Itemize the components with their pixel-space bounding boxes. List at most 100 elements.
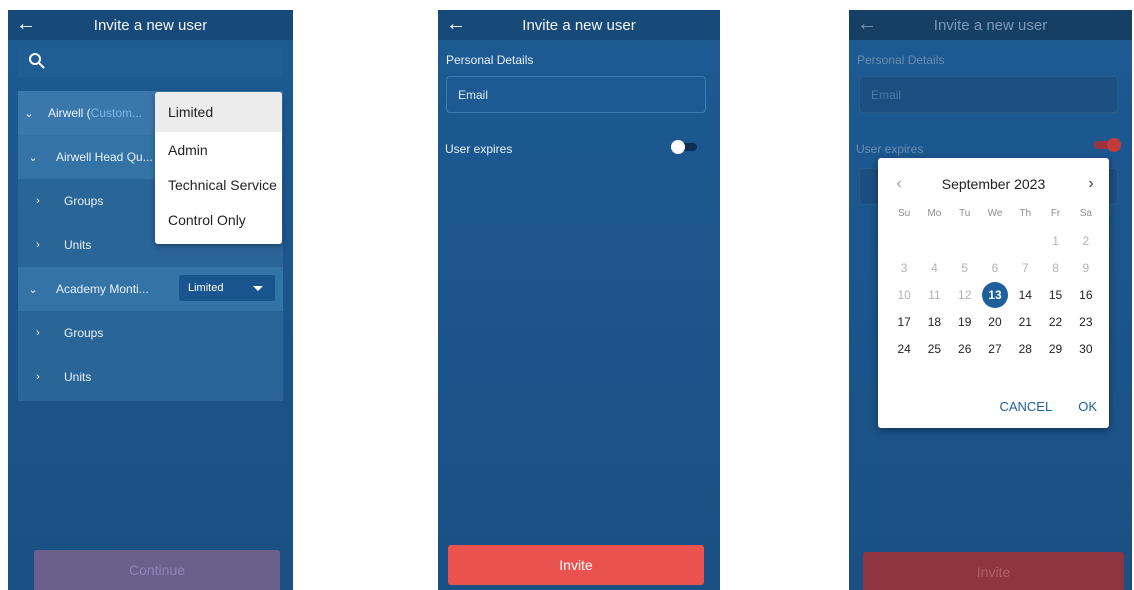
calendar-day-selected[interactable]: 13 <box>980 281 1010 308</box>
arrow-left-icon[interactable]: ← <box>857 12 877 36</box>
user-expires-toggle[interactable] <box>671 140 698 154</box>
calendar-day[interactable]: 20 <box>980 315 1010 329</box>
invite-button[interactable]: Invite <box>863 552 1124 590</box>
calendar-day: 7 <box>1021 260 1029 275</box>
calendar-grid: Su Mo Tu We Th Fr Sa 1 2 3 4 5 6 7 8 9 10 11 12 13 14 15 16 17 1… <box>889 200 1101 362</box>
page-title: Invite a new user <box>933 16 1048 34</box>
calendar-day[interactable]: 29 <box>1040 342 1070 356</box>
tree-row-label: Groups <box>64 194 104 208</box>
email-placeholder: Email <box>458 87 489 102</box>
tree-row-academy[interactable]: ⌄ Academy Monti... Limited <box>18 267 283 311</box>
calendar-day: 5 <box>961 260 969 275</box>
chevron-down-icon[interactable]: ⌄ <box>18 107 40 120</box>
user-expires-label: User expires <box>856 142 924 156</box>
section-label-personal-details: Personal Details <box>446 53 534 67</box>
customer-tag: Custom... <box>90 106 143 120</box>
tree-row-label: Airwell (Custom... <box>40 106 142 120</box>
calendar-week-row: 24 25 26 27 28 29 30 <box>889 335 1101 362</box>
weekday-label: Th <box>1019 207 1032 219</box>
chevron-right-icon[interactable]: › <box>18 327 58 339</box>
tree-row-groups[interactable]: › Groups <box>18 311 283 355</box>
calendar-day: 6 <box>991 260 999 275</box>
calendar-day: 8 <box>1052 260 1059 275</box>
calendar-day[interactable]: 22 <box>1040 315 1070 329</box>
role-option-admin[interactable]: Admin <box>155 132 282 167</box>
calendar-day: 11 <box>928 287 941 302</box>
selected-day-marker[interactable]: 13 <box>981 281 1008 308</box>
calendar-day[interactable]: 28 <box>1010 342 1040 356</box>
calendar-week-row: 17 18 19 20 21 22 23 <box>889 308 1101 335</box>
calendar-weekday-row: Su Mo Tu We Th Fr Sa <box>889 200 1101 227</box>
role-option-control-only[interactable]: Control Only <box>155 202 282 237</box>
invite-button[interactable]: Invite <box>448 545 704 585</box>
user-expires-label: User expires <box>445 142 513 156</box>
section-label-personal-details: Personal Details <box>857 53 945 67</box>
cancel-button[interactable]: CANCEL <box>999 399 1052 414</box>
chevron-right-icon[interactable]: › <box>18 371 58 383</box>
calendar-day[interactable]: 14 <box>1010 288 1040 302</box>
screen-invite-role-select: ← Invite a new user ⌄ Airwell (Custom...… <box>8 10 293 590</box>
calendar-day[interactable]: 18 <box>919 315 949 329</box>
weekday-label: Tu <box>959 207 971 219</box>
email-field[interactable]: Email <box>859 76 1118 113</box>
chevron-right-icon[interactable]: › <box>18 239 58 251</box>
tree-row-label: Units <box>64 370 92 384</box>
tree-row-label: Airwell Head Qu... <box>56 150 153 164</box>
weekday-label: Fr <box>1050 207 1061 219</box>
weekday-label: Mo <box>927 207 942 219</box>
top-app-bar: ← Invite a new user <box>8 10 293 40</box>
email-placeholder: Email <box>871 87 902 102</box>
calendar-day: 9 <box>1082 260 1090 275</box>
weekday-label: Su <box>898 207 911 219</box>
toggle-knob <box>671 140 685 154</box>
calendar-day[interactable]: 26 <box>950 342 980 356</box>
user-expires-toggle[interactable] <box>1094 138 1121 152</box>
chevron-right-icon[interactable]: › <box>1079 172 1103 196</box>
calendar-week-row: 10 11 12 13 14 15 16 <box>889 281 1101 308</box>
calendar-day[interactable]: 25 <box>919 342 949 356</box>
continue-button[interactable]: Continue <box>34 550 280 590</box>
top-app-bar: ← Invite a new user <box>438 10 720 40</box>
arrow-left-icon[interactable]: ← <box>446 12 466 36</box>
calendar-day[interactable]: 21 <box>1010 315 1040 329</box>
role-option-technical-service[interactable]: Technical Service <box>155 167 282 202</box>
calendar-day: 4 <box>931 260 938 275</box>
calendar-day[interactable]: 15 <box>1040 288 1070 302</box>
caret-down-icon <box>253 286 263 291</box>
tree-row-airwell-label: Airwell ( <box>48 106 91 120</box>
role-dropdown-menu: Limited Admin Technical Service Control … <box>155 92 282 244</box>
calendar-day[interactable]: 16 <box>1071 288 1101 302</box>
tree-row-label: Units <box>64 238 92 252</box>
calendar-day[interactable]: 27 <box>980 342 1010 356</box>
search-input[interactable] <box>18 48 283 77</box>
arrow-left-icon[interactable]: ← <box>16 12 36 36</box>
search-icon <box>29 53 45 69</box>
calendar-day[interactable]: 19 <box>950 315 980 329</box>
calendar-day[interactable]: 23 <box>1071 315 1101 329</box>
tree-row-label: Groups <box>64 326 104 340</box>
calendar-month-label: September 2023 <box>941 176 1046 192</box>
chevron-down-icon[interactable]: ⌄ <box>18 283 48 296</box>
toggle-knob <box>1107 138 1121 152</box>
calendar-day: 10 <box>897 287 911 302</box>
calendar-day[interactable]: 24 <box>889 342 919 356</box>
role-option-limited[interactable]: Limited <box>155 92 282 132</box>
chevron-right-icon[interactable]: › <box>18 195 58 207</box>
chevron-down-icon[interactable]: ⌄ <box>18 151 48 164</box>
calendar-week-row: 3 4 5 6 7 8 9 <box>889 254 1101 281</box>
calendar-week-row: 12 <box>889 227 1101 254</box>
calendar-day: 3 <box>900 260 908 275</box>
ok-button[interactable]: OK <box>1078 399 1097 414</box>
date-picker-dialog: ‹ September 2023 › Su Mo Tu We Th Fr Sa 1 2 3 4 5 6 7… <box>878 158 1109 428</box>
role-select[interactable]: Limited <box>179 275 275 301</box>
role-select-value: Limited <box>188 282 224 294</box>
weekday-label: Sa <box>1079 207 1092 219</box>
top-app-bar: ← Invite a new user <box>849 10 1132 40</box>
calendar-day[interactable]: 17 <box>889 315 919 329</box>
tree-row-label: Academy Monti... <box>56 282 149 296</box>
calendar-day: 1 <box>1052 233 1059 248</box>
email-field[interactable]: Email <box>446 76 706 113</box>
page-title: Invite a new user <box>522 16 636 34</box>
calendar-day[interactable]: 30 <box>1071 342 1101 356</box>
tree-row-units[interactable]: › Units <box>18 355 283 399</box>
